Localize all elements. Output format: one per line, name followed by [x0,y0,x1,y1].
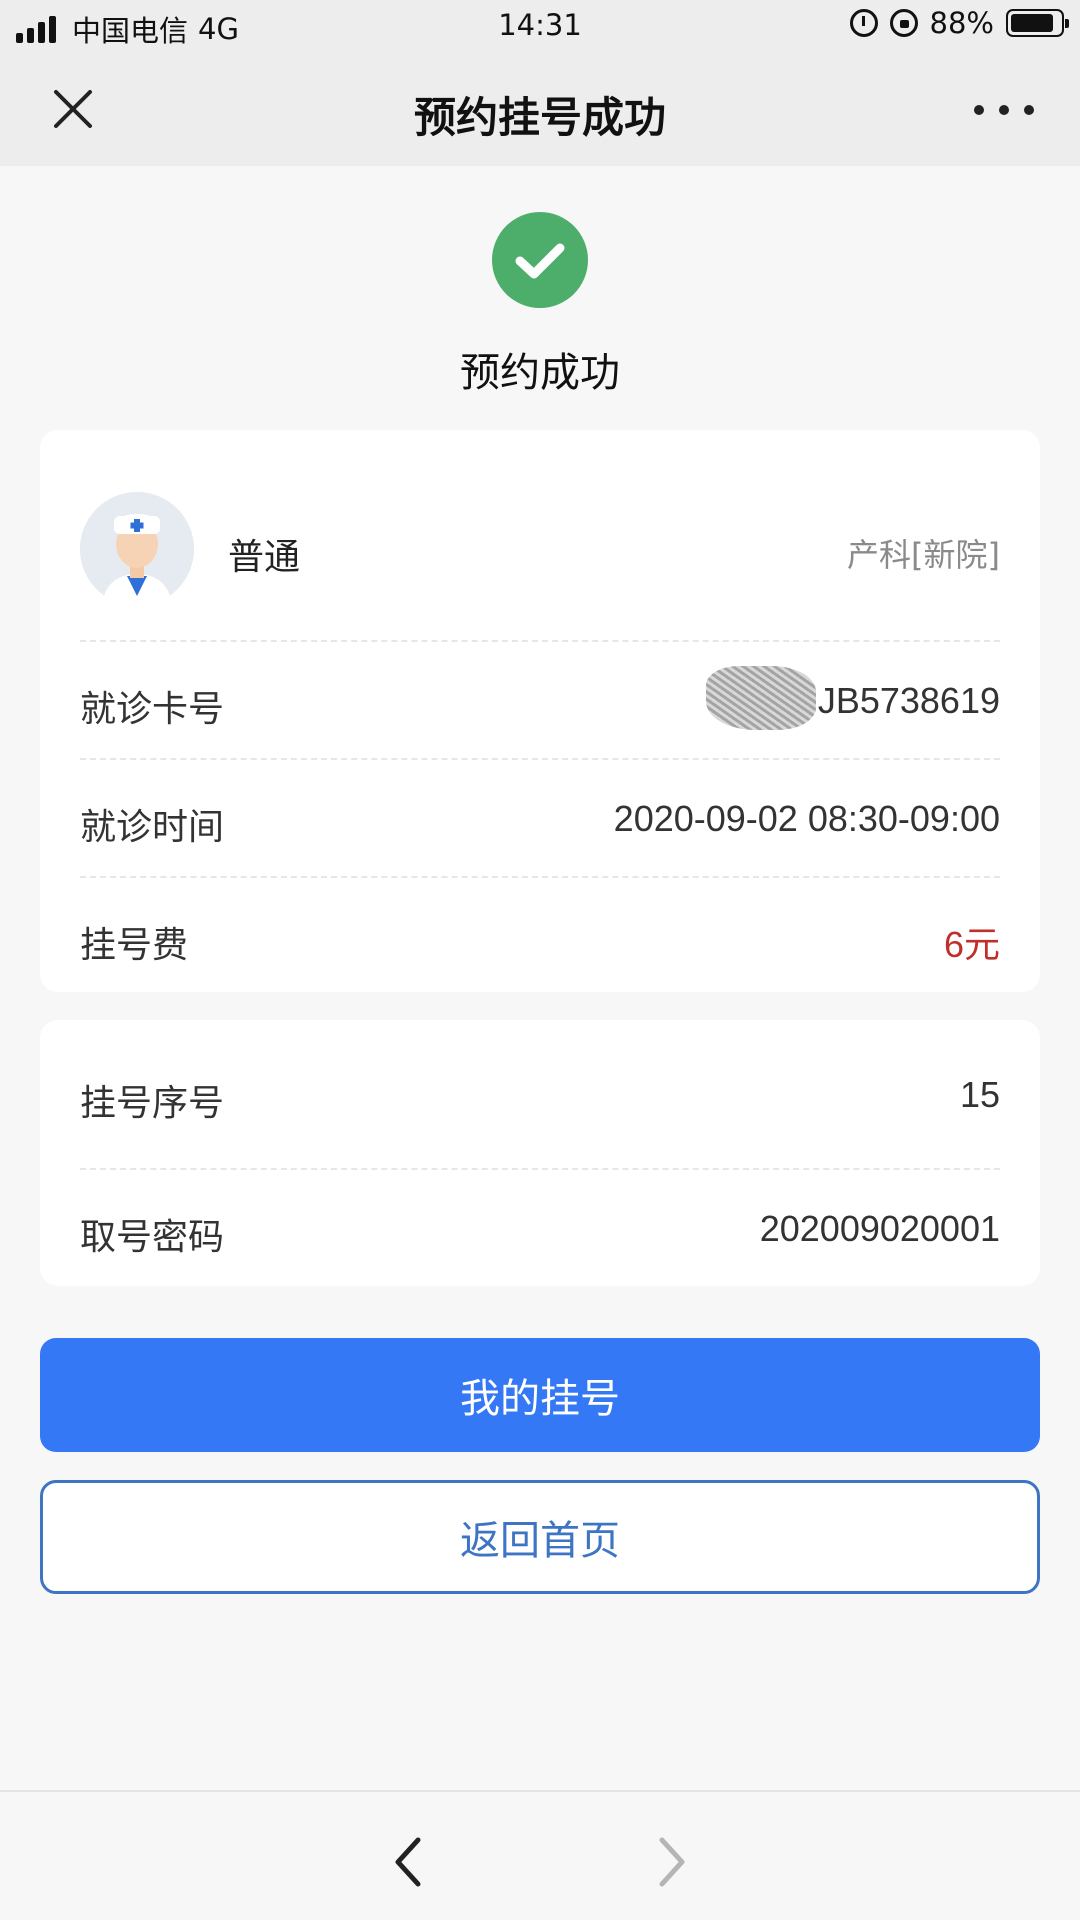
doctor-row: 普通 产科[新院] [40,430,1040,640]
more-icon[interactable] [974,92,1034,128]
pickup-code-value: 202009020001 [759,1208,1000,1249]
alarm-icon [849,9,878,37]
row-label: 就诊时间 [80,807,225,848]
fee-value: 6元 [943,924,1000,965]
visit-time-row: 就诊时间 2020-09-02 08:30-09:00 [80,758,1000,874]
row-label: 挂号费 [80,925,189,966]
appointment-card: 普通 产科[新院] 就诊卡号 JB5738619 就诊时间 2020-09-02… [40,430,1040,992]
card-number-row: 就诊卡号 JB5738619 [80,640,1000,756]
row-label: 挂号序号 [80,1083,225,1124]
check-circle-icon [492,212,588,308]
doctor-type: 普通 [228,537,301,578]
back-home-button[interactable]: 返回首页 [40,1480,1040,1594]
visit-time-value: 2020-09-02 08:30-09:00 [613,798,1000,839]
battery-percent: 88% [929,6,994,40]
nav-bar: 预约挂号成功 [0,52,1080,166]
queue-number-row: 挂号序号 15 [80,1036,1000,1152]
page-title: 预约挂号成功 [413,93,666,142]
browser-toolbar [0,1790,1080,1920]
status-bar: 中国电信 4G 14:31 88% [0,0,1080,52]
success-message: 预约成功 [460,350,620,396]
department-label: 产科[新院] [847,536,1000,574]
forward-arrow-icon[interactable] [652,1832,692,1892]
doctor-avatar [80,492,194,606]
queue-number-value: 15 [959,1074,1000,1115]
rotation-lock-icon [889,9,918,37]
battery-fill [1011,14,1054,32]
card-number-value: JB5738619 [817,680,1000,721]
my-registration-button[interactable]: 我的挂号 [40,1338,1040,1452]
fee-row: 挂号费 6元 [80,876,1000,992]
redacted-scribble [706,666,816,730]
queue-card: 挂号序号 15 取号密码 202009020001 [40,1020,1040,1286]
battery-icon [1006,9,1069,37]
pickup-code-row: 取号密码 202009020001 [80,1168,1000,1284]
status-right: 88% [849,6,1069,40]
back-arrow-icon[interactable] [388,1832,428,1892]
row-label: 取号密码 [80,1217,225,1258]
row-label: 就诊卡号 [80,689,225,730]
